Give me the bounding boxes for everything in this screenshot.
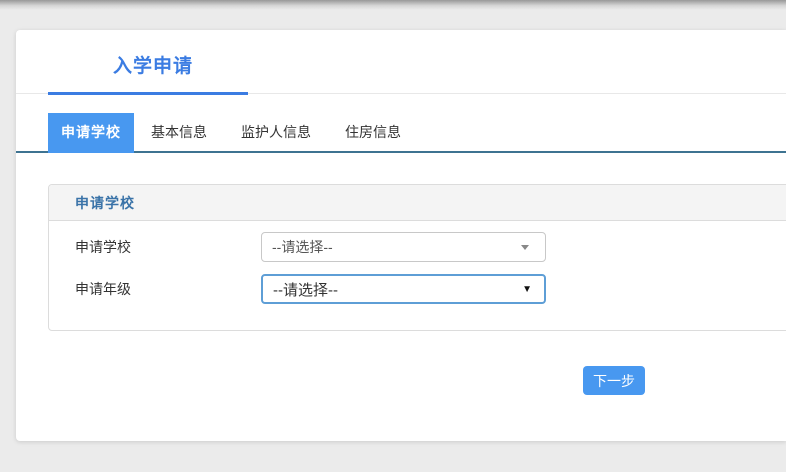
- tab-guardian-info[interactable]: 监护人信息: [224, 113, 328, 151]
- panel-header: 申请学校: [49, 185, 786, 221]
- page-title: 入学申请: [16, 30, 786, 78]
- title-accent-bar: [48, 92, 248, 95]
- tab-apply-school[interactable]: 申请学校: [48, 113, 134, 153]
- chevron-down-icon: [521, 245, 529, 250]
- apply-grade-select[interactable]: --请选择-- ▼: [261, 274, 546, 304]
- tab-basic-info[interactable]: 基本信息: [134, 113, 224, 151]
- tab-bar: 申请学校 基本信息 监护人信息 住房信息: [16, 113, 786, 153]
- apply-grade-label: 申请年级: [75, 279, 261, 299]
- top-shadow: [0, 0, 786, 10]
- panel-body: 申请学校 --请选择-- 申请年级 --请选择-- ▼: [49, 221, 786, 330]
- dropdown-arrow-icon: ▼: [522, 284, 532, 295]
- apply-school-row: 申请学校 --请选择--: [75, 232, 786, 262]
- apply-school-select[interactable]: --请选择--: [261, 232, 546, 262]
- apply-school-select-value: --请选择--: [272, 237, 333, 257]
- content-card: 入学申请 申请学校 基本信息 监护人信息 住房信息 申请学校 申请学校 --请选…: [16, 30, 786, 441]
- apply-grade-select-value: --请选择--: [273, 279, 338, 300]
- apply-school-label: 申请学校: [75, 237, 261, 257]
- title-section: 入学申请: [16, 30, 786, 94]
- apply-grade-row: 申请年级 --请选择-- ▼: [75, 274, 786, 304]
- actions-row: 下一步: [16, 366, 786, 395]
- apply-school-panel: 申请学校 申请学校 --请选择-- 申请年级 --请选择-- ▼: [48, 184, 786, 331]
- tab-housing-info[interactable]: 住房信息: [328, 113, 418, 151]
- next-step-button[interactable]: 下一步: [583, 366, 645, 395]
